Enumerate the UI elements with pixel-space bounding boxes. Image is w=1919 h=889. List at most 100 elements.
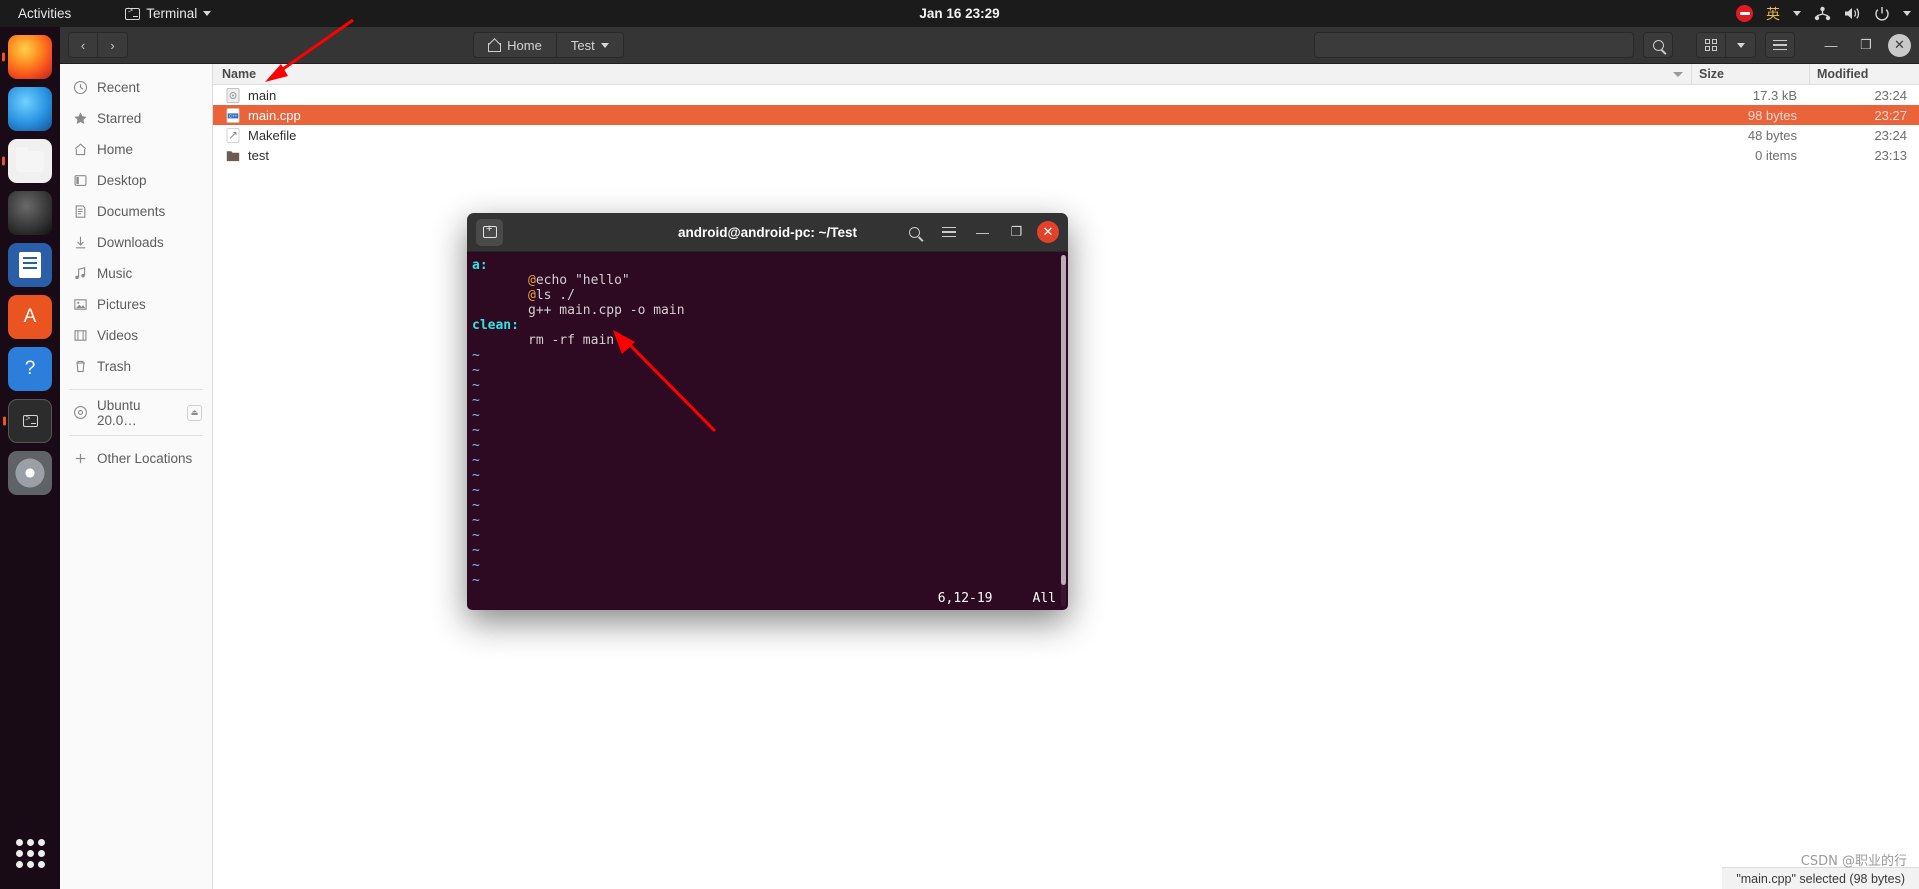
terminal-scrollbar[interactable]	[1061, 255, 1066, 607]
breadcrumb-home[interactable]: Home	[473, 32, 557, 58]
do-not-disturb-icon[interactable]	[1736, 5, 1753, 22]
vim-empty-line: ~	[472, 438, 480, 453]
dock-item-dvd[interactable]	[8, 451, 52, 495]
makefile-target-clean: clean:	[472, 318, 519, 333]
status-bar-label: "main.cpp" selected (98 bytes)	[1736, 871, 1905, 886]
sidebar-item-label: Other Locations	[97, 451, 193, 466]
input-method-chevron-down-icon[interactable]	[1793, 11, 1801, 16]
column-header-name[interactable]: Name	[213, 67, 1691, 81]
terminal-window: android@android-pc: ~/Test — ❐ ✕ a: @ech…	[467, 213, 1068, 610]
dock-item-libreoffice-writer[interactable]	[8, 243, 52, 287]
file-modified-cell: 23:13	[1874, 147, 1907, 163]
grid-view-button[interactable]	[1696, 32, 1726, 58]
column-headers: Name Size Modified	[213, 63, 1919, 85]
vim-empty-line: ~	[472, 378, 480, 393]
network-icon[interactable]	[1814, 6, 1831, 21]
power-icon[interactable]	[1874, 6, 1890, 22]
file-name-label: Makefile	[248, 127, 297, 143]
sidebar-item-desktop[interactable]: Desktop	[60, 165, 212, 196]
system-menu-chevron-down-icon[interactable]	[1903, 11, 1911, 16]
sidebar-item-downloads[interactable]: Downloads	[60, 227, 212, 258]
sidebar-item-pictures[interactable]: Pictures	[60, 289, 212, 320]
vim-empty-lines: ~ ~ ~ ~ ~ ~ ~ ~ ~ ~ ~ ~ ~ ~ ~ ~	[469, 348, 1068, 588]
clock-icon	[73, 80, 88, 95]
vim-empty-line: ~	[472, 558, 480, 573]
sidebar-item-label: Recent	[97, 80, 140, 95]
dock-item-rhythmbox[interactable]	[8, 191, 52, 235]
terminal-header-bar: android@android-pc: ~/Test — ❐ ✕	[467, 213, 1068, 252]
clock[interactable]: Jan 16 23:29	[919, 6, 999, 21]
minimize-button[interactable]: —	[1818, 32, 1844, 58]
sidebar-item-ubuntu-disc[interactable]: Ubuntu 20.0… ⏏	[60, 397, 212, 428]
sidebar-item-home[interactable]: Home	[60, 134, 212, 165]
show-applications-button[interactable]	[8, 831, 52, 875]
vim-empty-line: ~	[472, 528, 480, 543]
breadcrumb-test[interactable]: Test	[556, 32, 624, 58]
sidebar-item-other-locations[interactable]: Other Locations	[60, 443, 212, 474]
sidebar-item-music[interactable]: Music	[60, 258, 212, 289]
close-button[interactable]: ✕	[1888, 33, 1911, 57]
makefile-recipe-gpp: g++ main.cpp -o main	[528, 303, 685, 318]
vim-cursor-position: 6,12-19	[937, 591, 993, 606]
main-menu-button[interactable]	[1765, 32, 1795, 58]
table-row[interactable]: Makefile 48 bytes 23:24	[213, 125, 1919, 145]
table-row[interactable]: test 0 items 23:13	[213, 145, 1919, 165]
executable-icon	[226, 87, 240, 103]
input-method-label[interactable]: 英	[1766, 4, 1780, 24]
system-tray: 英	[1736, 4, 1911, 24]
plus-icon	[75, 453, 86, 464]
vim-empty-line: ~	[472, 468, 480, 483]
vim-empty-line: ~	[472, 363, 480, 378]
terminal-menu-button[interactable]	[935, 219, 962, 246]
sidebar-item-documents[interactable]: Documents	[60, 196, 212, 227]
sidebar-item-recent[interactable]: Recent	[60, 72, 212, 103]
new-tab-button[interactable]	[476, 218, 503, 246]
file-modified-cell: 23:27	[1874, 107, 1907, 123]
maximize-button[interactable]: ❐	[1853, 32, 1879, 58]
terminal-minimize-button[interactable]: —	[969, 219, 996, 246]
sidebar-item-videos[interactable]: Videos	[60, 320, 212, 351]
dock-item-ubuntu-software[interactable]: A	[8, 295, 52, 339]
terminal-search-button[interactable]	[901, 219, 928, 246]
sidebar-item-label: Videos	[97, 328, 139, 343]
sort-descending-icon	[1673, 71, 1683, 77]
makefile-recipe-ls: @ls ./	[469, 288, 1068, 303]
dock-item-help[interactable]: ?	[8, 347, 52, 391]
file-size-cell: 98 bytes	[1747, 107, 1797, 123]
file-name-cell: C++ main.cpp	[213, 108, 1691, 123]
volume-icon[interactable]	[1844, 6, 1861, 21]
dock-item-firefox[interactable]	[8, 35, 52, 79]
terminal-maximize-button[interactable]: ❐	[1003, 219, 1030, 246]
text-file-icon	[226, 127, 240, 143]
search-input[interactable]	[1314, 32, 1634, 58]
chevron-down-icon	[1736, 42, 1745, 48]
column-header-modified[interactable]: Modified	[1809, 63, 1919, 85]
table-row[interactable]: C++ main.cpp 98 bytes 23:27	[213, 105, 1919, 125]
eject-button[interactable]: ⏏	[186, 404, 202, 421]
forward-button[interactable]: ›	[98, 32, 128, 58]
at-symbol: @	[528, 273, 536, 288]
column-header-name-label: Name	[222, 67, 257, 81]
activities-button[interactable]: Activities	[10, 6, 79, 21]
sidebar-item-trash[interactable]: Trash	[60, 351, 212, 382]
sidebar-item-starred[interactable]: Starred	[60, 103, 212, 134]
app-menu-terminal[interactable]: Terminal	[125, 6, 212, 21]
hamburger-menu-icon	[1773, 39, 1787, 51]
back-button[interactable]: ‹	[68, 32, 98, 58]
view-options-button[interactable]	[1726, 32, 1756, 58]
sidebar-divider	[69, 389, 203, 390]
column-header-size[interactable]: Size	[1691, 63, 1809, 85]
makefile-target-a: a:	[472, 258, 488, 273]
search-button[interactable]	[1643, 32, 1673, 58]
dock-item-files[interactable]	[8, 139, 52, 183]
terminal-content[interactable]: a: @echo "hello" @ls ./ g++ main.cpp -o …	[467, 252, 1068, 610]
dock-item-thunderbird[interactable]	[8, 87, 52, 131]
terminal-close-button[interactable]: ✕	[1037, 221, 1059, 243]
dock-item-terminal[interactable]	[8, 399, 52, 443]
vim-empty-line: ~	[472, 498, 480, 513]
sidebar-item-label: Starred	[97, 111, 142, 126]
file-name-label: test	[248, 147, 269, 163]
table-row[interactable]: main 17.3 kB 23:24	[213, 85, 1919, 105]
breadcrumb-home-label: Home	[507, 37, 542, 53]
search-icon	[909, 226, 920, 238]
